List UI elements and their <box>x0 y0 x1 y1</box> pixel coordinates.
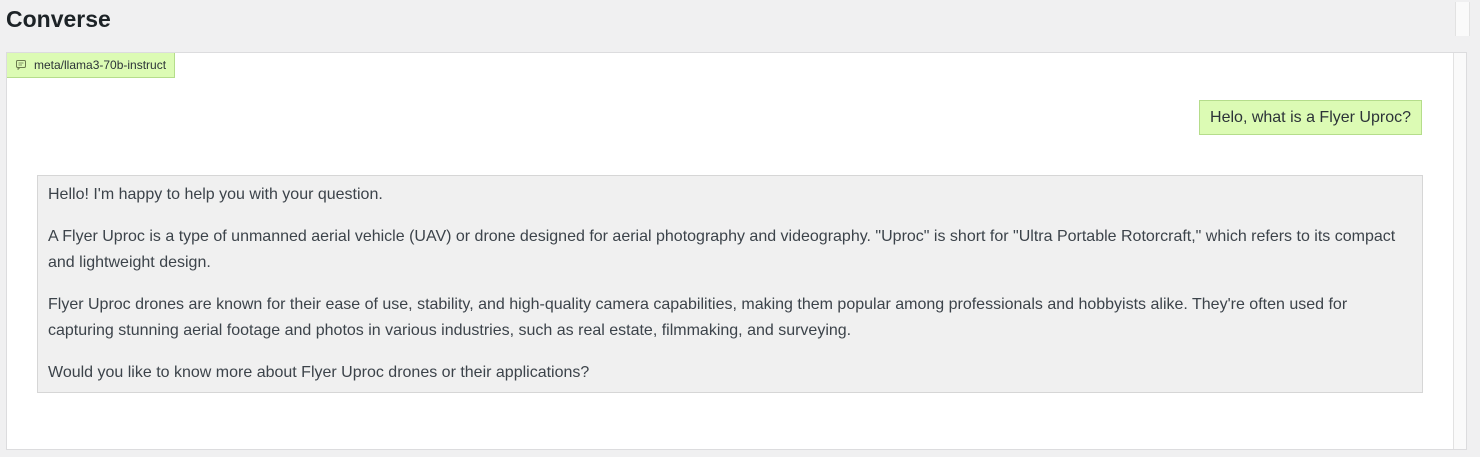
top-scrollbar[interactable] <box>1455 2 1470 36</box>
conversation-panel: meta/llama3-70b-instruct Helo, what is a… <box>6 52 1467 450</box>
assistant-message: Hello! I'm happy to help you with your q… <box>37 175 1423 393</box>
assistant-paragraph: Hello! I'm happy to help you with your q… <box>48 186 383 203</box>
user-message: Helo, what is a Flyer Uproc? <box>1199 100 1422 135</box>
assistant-paragraph: Would you like to know more about Flyer … <box>48 364 590 381</box>
assistant-paragraph: Flyer Uproc drones are known for their e… <box>48 296 1348 339</box>
model-tag[interactable]: meta/llama3-70b-instruct <box>7 53 176 78</box>
page-title: Converse <box>6 6 111 32</box>
panel-scrollbar[interactable] <box>1453 53 1466 449</box>
assistant-paragraph: A Flyer Uproc is a type of unmanned aeri… <box>48 228 1396 271</box>
chat-bubble-icon <box>16 60 26 70</box>
model-name: meta/llama3-70b-instruct <box>34 58 167 72</box>
